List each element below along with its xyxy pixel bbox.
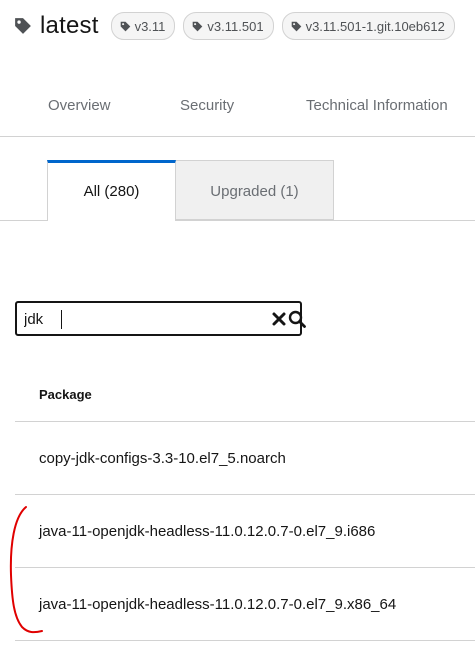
table-row: java-11-openjdk-headless-11.0.12.0.7-0.e…	[15, 568, 475, 641]
column-header-package[interactable]: Package	[15, 366, 475, 422]
text-cursor	[61, 310, 62, 329]
version-label[interactable]: v3.11	[110, 12, 176, 40]
table-row: copy-jdk-configs-3.3-10.el7_5.noarch	[15, 422, 475, 495]
tab-technical-information[interactable]: Technical Information	[306, 86, 448, 126]
tag-icon	[193, 21, 203, 31]
package-filter-tabs: All (280) Upgraded (1)	[0, 160, 475, 221]
tab-overview[interactable]: Overview	[48, 86, 111, 126]
version-label-text: v3.11	[134, 18, 166, 34]
tag-icon	[291, 21, 301, 31]
close-icon[interactable]	[271, 311, 287, 327]
main-tabs: Overview Security Technical Information	[0, 86, 475, 137]
package-search-box[interactable]	[15, 301, 306, 336]
table-row: java-11-openjdk-headless-11.0.12.0.7-0.e…	[15, 495, 475, 568]
tag-icon	[120, 21, 130, 31]
tab-security[interactable]: Security	[180, 86, 234, 126]
tab-all-packages[interactable]: All (280)	[47, 160, 176, 221]
tab-upgraded-packages[interactable]: Upgraded (1)	[176, 160, 334, 220]
search-input[interactable]	[24, 308, 244, 330]
packages-table: Package copy-jdk-configs-3.3-10.el7_5.no…	[15, 366, 475, 641]
page-title: latest	[40, 12, 99, 39]
search-icon[interactable]	[288, 310, 306, 328]
tag-icon	[15, 18, 31, 34]
page-header: latest v3.11 v3.11.501 v3.11.501-1.git.1…	[14, 11, 463, 41]
version-label[interactable]: v3.11.501-1.git.10eb612	[281, 12, 455, 40]
version-label-text: v3.11.501-1.git.10eb612	[305, 18, 445, 34]
version-label-text: v3.11.501	[207, 18, 264, 34]
version-label[interactable]: v3.11.501	[183, 12, 274, 40]
